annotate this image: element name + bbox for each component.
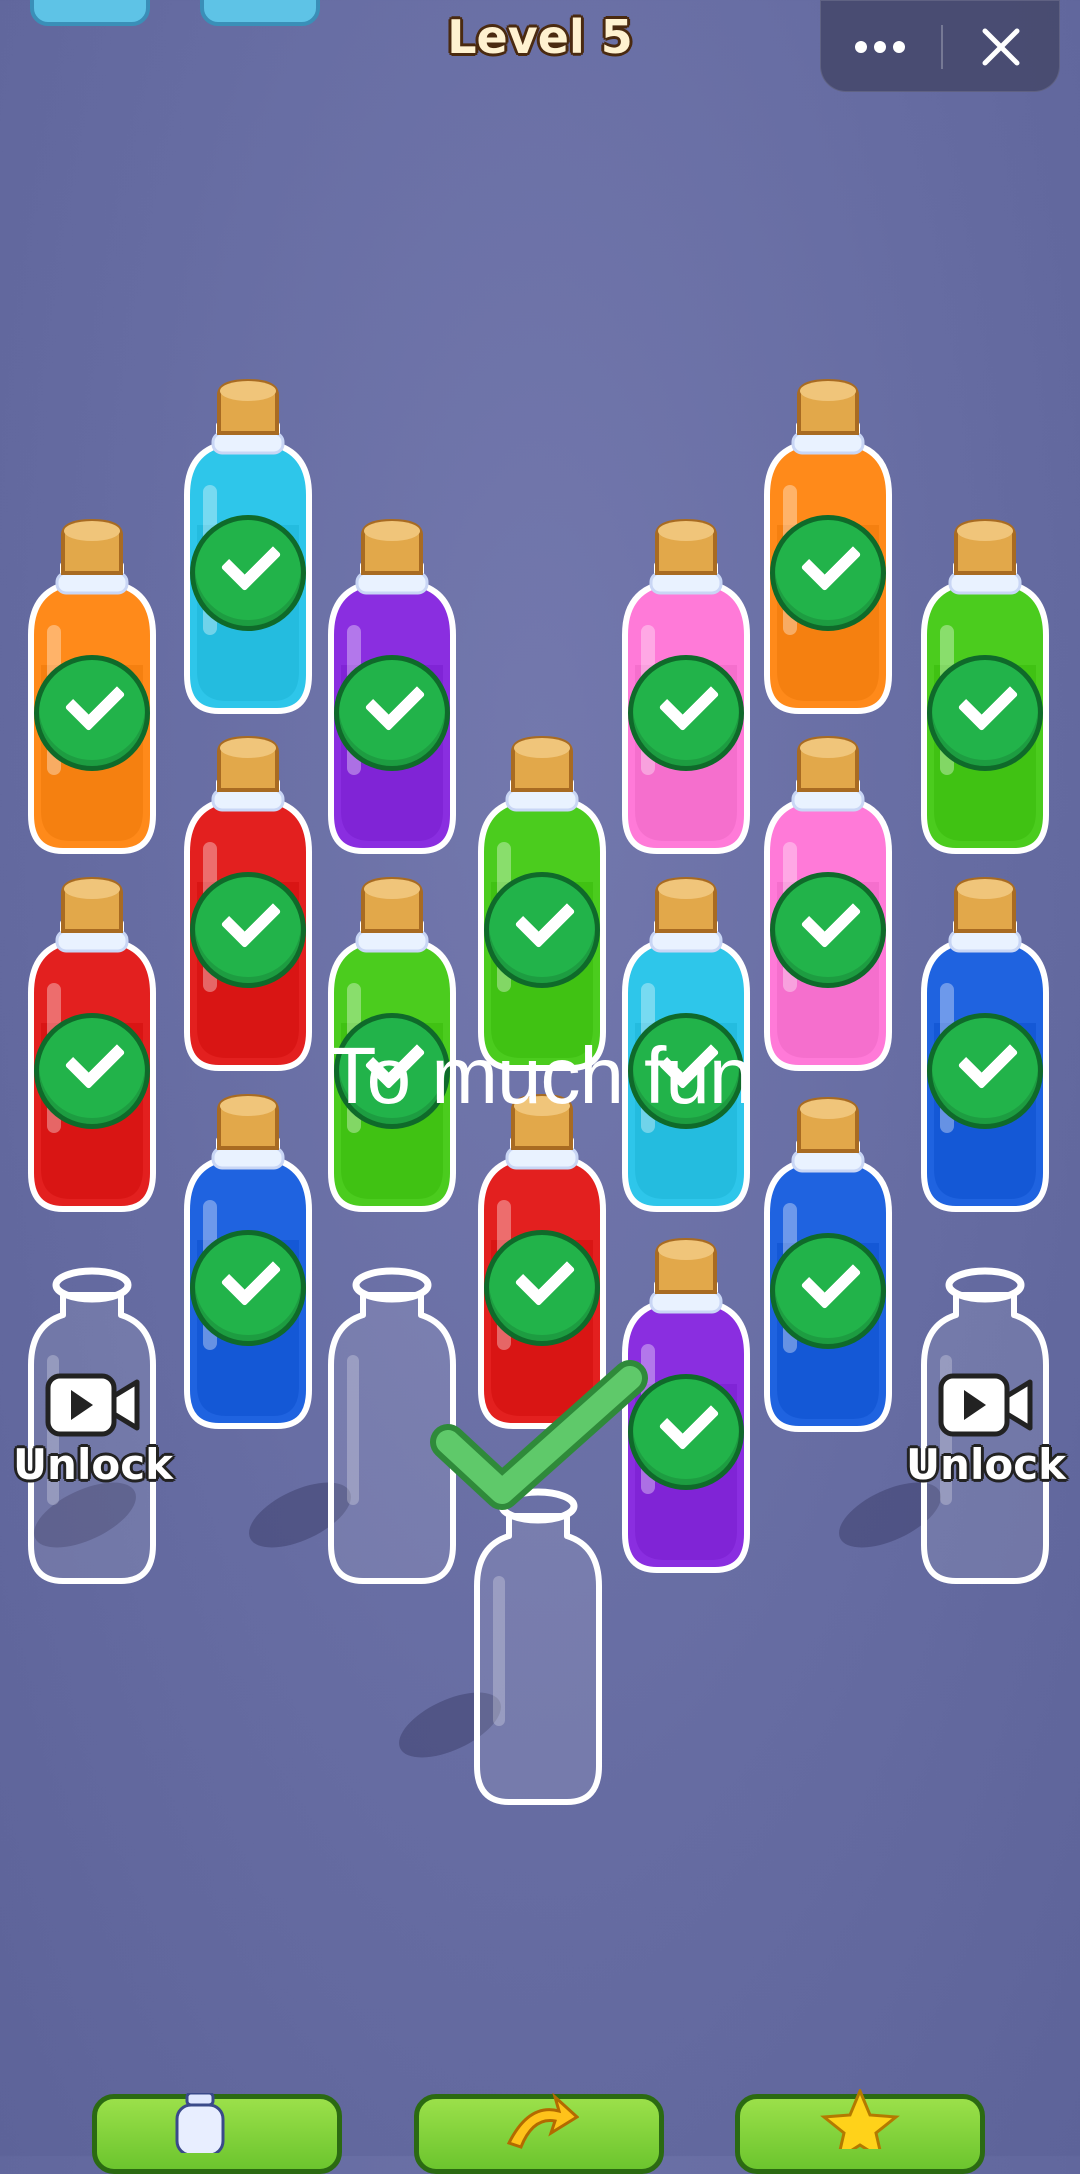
video-camera-icon [45,1370,141,1440]
check-icon [190,515,306,631]
close-icon [982,28,1020,66]
add-bottle-button[interactable] [92,2093,342,2174]
caption-text: To much fun [327,1031,754,1120]
check-icon [770,872,886,988]
more-button[interactable] [821,1,939,93]
check-icon [484,1230,600,1346]
check-icon [334,655,450,771]
big-check-icon [430,1360,650,1520]
bottle-r5c2[interactable] [183,1090,313,1430]
unlock-label: Unlock [905,1440,1067,1489]
check-icon [927,655,1043,771]
unlock-left[interactable]: Unlock [8,1370,178,1489]
bottle-r3c6[interactable] [763,732,893,1072]
bottle-r3c2[interactable] [183,732,313,1072]
close-button[interactable] [942,1,1060,93]
undo-arrow-icon [506,2093,579,2149]
undo-button[interactable] [414,2093,664,2174]
bottle-r2c7[interactable] [920,515,1050,855]
check-icon [34,655,150,771]
video-camera-icon [938,1370,1034,1440]
bottle-r1c6[interactable] [763,375,893,715]
bottle-r5c6[interactable] [763,1093,893,1433]
unlock-right[interactable]: Unlock [901,1370,1071,1489]
mini-program-capsule [820,0,1060,92]
add-bottle-icon [175,2093,225,2153]
bottle-r2c3[interactable] [327,515,457,855]
star-icon [820,2089,900,2149]
bottle-r2c1[interactable] [27,515,157,855]
check-icon [770,515,886,631]
check-icon [190,1230,306,1346]
unlock-label: Unlock [12,1440,174,1489]
check-icon [190,872,306,988]
bottle-r3c4[interactable] [477,732,607,1072]
bottle-r1c2[interactable] [183,375,313,715]
check-icon [770,1233,886,1349]
check-icon [484,872,600,988]
check-icon [628,655,744,771]
bottle-r2c5[interactable] [621,515,751,855]
star-button[interactable] [735,2089,985,2174]
more-dots-icon [855,41,905,53]
